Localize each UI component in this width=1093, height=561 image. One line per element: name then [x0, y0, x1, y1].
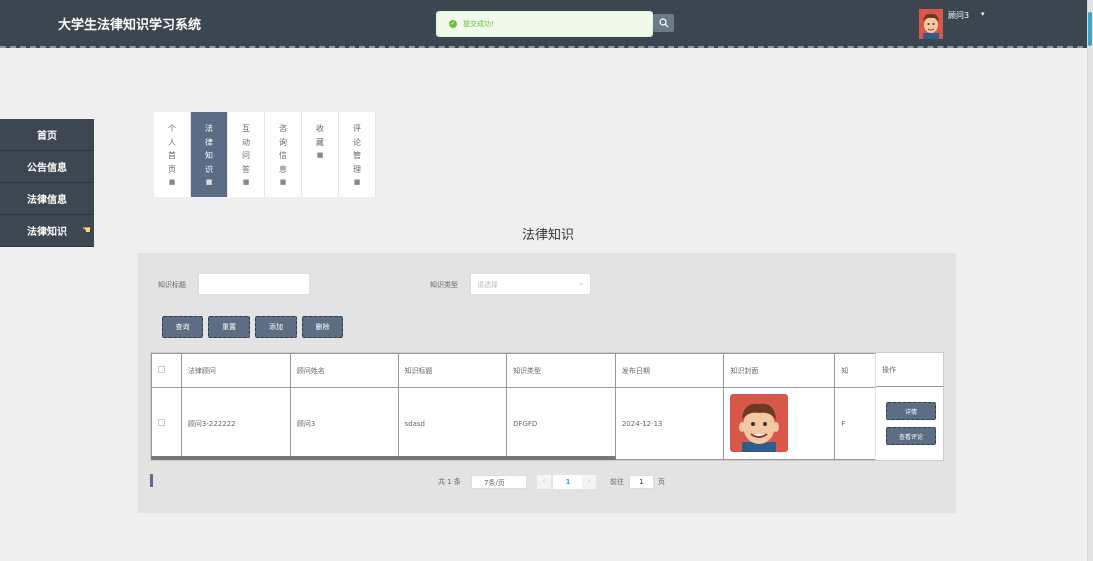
lock-icon: ■ — [168, 178, 176, 186]
prev-page-button[interactable]: ‹ — [537, 475, 551, 489]
table-row: 顾问3-222222 顾问3 sdasd DFGFD 2024-12-13 F — [151, 387, 943, 460]
caret-down-icon[interactable]: ▾ — [981, 10, 985, 18]
content-panel: 知识标题 知识类型 请选择 ⌄ 查询 重置 添加 删除 法律顾问 顾问姓名 知识… — [138, 253, 956, 513]
column-header: 知识类型 — [506, 353, 616, 388]
select-placeholder: 请选择 — [477, 281, 498, 289]
pagination-marker — [150, 474, 153, 487]
operations-column: 操作 详情 查看评论 — [875, 353, 943, 460]
search-button[interactable] — [653, 14, 674, 32]
user-avatar-image — [919, 9, 943, 39]
column-header: 知识封面 — [723, 353, 836, 388]
table-horizontal-scrollbar[interactable] — [151, 456, 616, 460]
tab-comments[interactable]: 评论管理 ■ — [339, 112, 376, 197]
tab-label: 收藏 — [316, 124, 324, 147]
column-header: 发布日期 — [614, 353, 725, 388]
column-header: 顾问姓名 — [289, 353, 399, 388]
page-size-value: 7条/页 — [484, 479, 505, 487]
title-filter-label: 知识标题 — [158, 281, 186, 289]
add-button[interactable]: 添加 — [255, 316, 297, 338]
lock-icon: ■ — [316, 151, 324, 159]
tab-label: 评论管理 — [353, 124, 361, 174]
lock-icon: ■ — [242, 178, 250, 186]
cell-cover — [723, 387, 836, 460]
goto-page-input[interactable]: 1 — [629, 475, 654, 489]
type-filter-label: 知识类型 — [430, 281, 458, 289]
lock-icon: ■ — [279, 178, 287, 186]
app-title: 大学生法律知识学习系统 — [58, 18, 202, 33]
tab-consult[interactable]: 咨询信息 ■ — [265, 112, 302, 197]
knowledge-cover-image — [730, 393, 789, 452]
select-all-checkbox[interactable] — [158, 366, 165, 373]
tab-qa[interactable]: 互动问答 ■ — [228, 112, 265, 197]
type-filter-select[interactable]: 请选择 ⌄ — [470, 273, 591, 295]
title-filter-input[interactable] — [198, 273, 310, 295]
row-checkbox[interactable] — [158, 419, 165, 426]
next-page-button[interactable]: › — [582, 475, 596, 489]
page-size-select[interactable]: 7条/页 — [471, 475, 527, 489]
user-name[interactable]: 顾问3 — [948, 10, 969, 21]
goto-prefix: 前往 — [610, 478, 624, 486]
tab-personal-home[interactable]: 个人首页 ■ — [154, 112, 191, 197]
delete-button[interactable]: 删除 — [302, 316, 343, 338]
view-comments-button[interactable]: 查看评论 — [886, 427, 936, 445]
tab-label: 咨询信息 — [279, 124, 287, 174]
tab-label: 互动问答 — [242, 124, 250, 174]
cell-advisor-name: 顾问3 — [289, 387, 399, 460]
tab-favorites[interactable]: 收藏 ■ — [302, 112, 339, 197]
select-all-cell[interactable] — [151, 353, 182, 388]
reset-button[interactable]: 重置 — [208, 316, 250, 338]
page-title: 法律知识 — [522, 228, 575, 243]
current-page-number[interactable]: 1 — [553, 475, 583, 489]
query-button[interactable]: 查询 — [162, 316, 203, 338]
sidebar-item-home[interactable]: 首页 — [0, 119, 94, 151]
cell-advisor: 顾问3-222222 — [180, 387, 291, 460]
tab-law-knowledge[interactable]: 法律知识 ■ — [191, 112, 228, 197]
detail-button[interactable]: 详情 — [886, 402, 936, 420]
sidebar-item-law-knowledge[interactable]: 法律知识 ☚ — [0, 215, 94, 247]
sidebar: 首页 公告信息 法律信息 法律知识 ☚ — [0, 119, 94, 247]
tab-label: 个人首页 — [168, 124, 176, 174]
operations-header: 操作 — [876, 353, 943, 387]
tab-label: 法律知识 — [205, 124, 213, 174]
column-header: 法律顾问 — [180, 353, 291, 388]
lock-icon: ■ — [205, 178, 213, 186]
search-icon — [658, 18, 668, 28]
table-header-row: 法律顾问 顾问姓名 知识标题 知识类型 发布日期 知识封面 知 — [151, 353, 943, 388]
data-table: 法律顾问 顾问姓名 知识标题 知识类型 发布日期 知识封面 知 顾问3-2222… — [150, 352, 944, 461]
sidebar-item-law-info[interactable]: 法律信息 — [0, 183, 94, 215]
hand-cursor-icon: ☚ — [82, 225, 91, 236]
tab-bar: 个人首页 ■ 法律知识 ■ 互动问答 ■ 咨询信息 ■ 收藏 ■ 评论管理 ■ — [154, 112, 376, 197]
cell-type: DFGFD — [506, 387, 616, 460]
user-avatar[interactable] — [919, 9, 943, 39]
top-navbar: 大学生法律知识学习系统 ✓ 提交成功! 顾问3 ▾ — [0, 0, 1093, 48]
success-toast: ✓ 提交成功! — [436, 11, 653, 37]
sidebar-item-label: 法律知识 — [27, 227, 67, 238]
sidebar-item-announcements[interactable]: 公告信息 — [0, 151, 94, 183]
data-table-grid: 法律顾问 顾问姓名 知识标题 知识类型 发布日期 知识封面 知 顾问3-2222… — [151, 353, 943, 460]
toast-message: 提交成功! — [463, 20, 494, 28]
page-scrollbar[interactable] — [1087, 0, 1093, 561]
chevron-down-icon: ⌄ — [578, 279, 584, 287]
pagination-total: 共 1 条 — [438, 478, 461, 486]
lock-icon: ■ — [353, 178, 361, 186]
check-circle-icon: ✓ — [449, 20, 457, 28]
cell-date: 2024-12-13 — [614, 387, 725, 460]
goto-suffix: 页 — [658, 478, 665, 486]
page-scrollbar-thumb[interactable] — [1088, 12, 1092, 46]
column-header: 知识标题 — [397, 353, 508, 388]
row-select-cell[interactable] — [151, 387, 182, 460]
cell-title: sdasd — [397, 387, 508, 460]
